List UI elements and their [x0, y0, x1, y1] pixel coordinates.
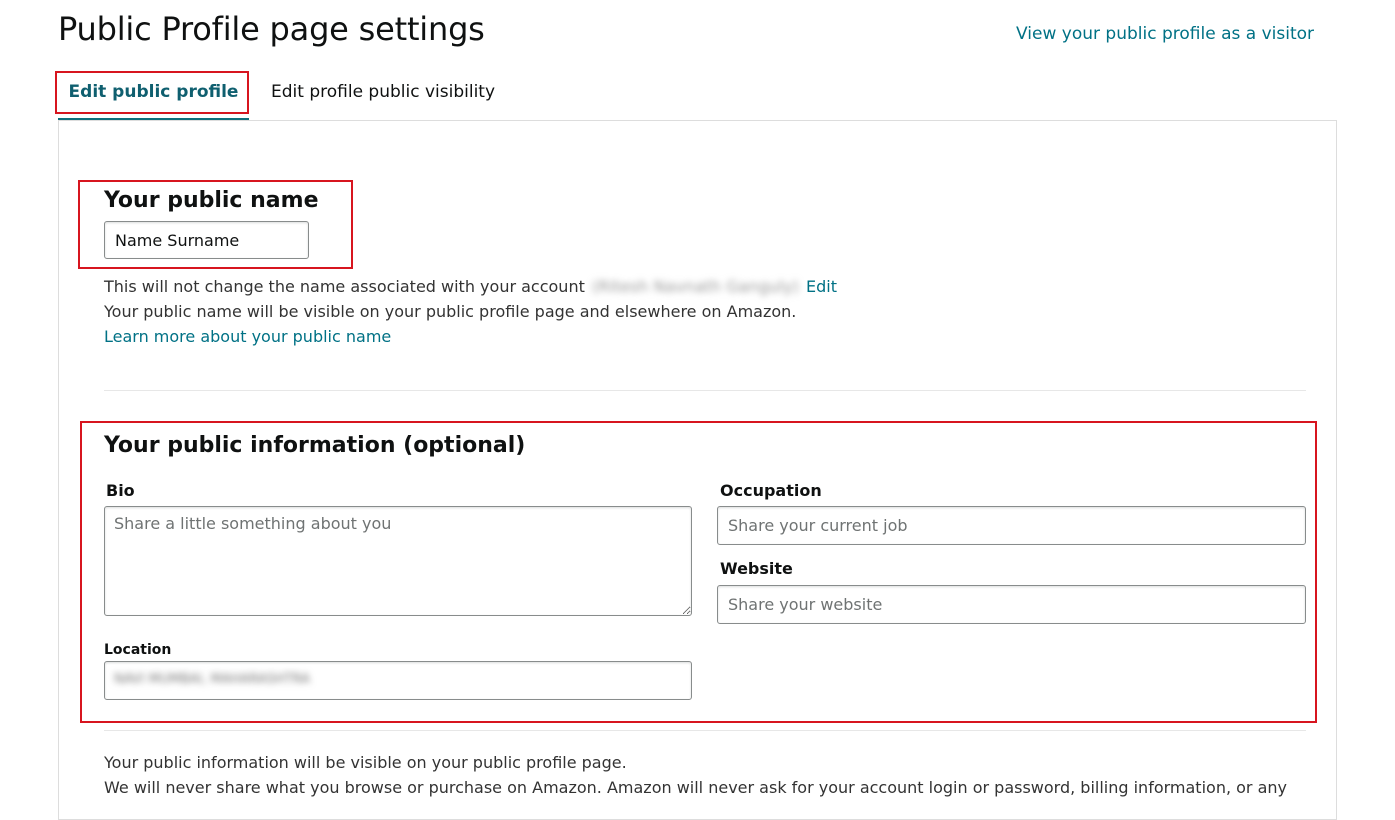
view-as-visitor-link[interactable]: View your public profile as a visitor — [1016, 22, 1314, 46]
redacted-account-name: (Ritesh Navnath Ganguly) — [591, 277, 799, 296]
public-info-heading: Your public information (optional) — [104, 433, 526, 458]
footer-divider — [104, 730, 1306, 731]
public-name-visibility-note: Your public name will be visible on your… — [104, 302, 797, 321]
public-name-input[interactable] — [104, 221, 309, 259]
bio-textarea[interactable] — [104, 506, 692, 616]
edit-account-name-link[interactable]: Edit — [806, 277, 837, 296]
page-title: Public Profile page settings — [58, 10, 485, 48]
tab-bar: Edit public profile Edit profile public … — [58, 72, 516, 121]
bio-label: Bio — [106, 481, 135, 500]
website-label: Website — [720, 559, 793, 578]
website-input[interactable] — [717, 585, 1306, 624]
account-name-note-text: This will not change the name associated… — [104, 277, 585, 296]
section-divider — [104, 390, 1306, 391]
tab-edit-profile-visibility[interactable]: Edit profile public visibility — [249, 72, 516, 121]
public-name-heading: Your public name — [104, 188, 319, 213]
occupation-label: Occupation — [720, 481, 822, 500]
location-label: Location — [104, 642, 172, 658]
tab-edit-public-profile[interactable]: Edit public profile — [58, 72, 249, 121]
public-info-visibility-note: Your public information will be visible … — [104, 753, 627, 772]
learn-more-public-name-link[interactable]: Learn more about your public name — [104, 324, 391, 349]
account-name-note: This will not change the name associated… — [104, 274, 837, 299]
occupation-input[interactable] — [717, 506, 1306, 545]
privacy-note: We will never share what you browse or p… — [104, 778, 1287, 797]
redacted-location-value: NAVI MUMBAI, MAHARASHTRA — [114, 672, 311, 687]
